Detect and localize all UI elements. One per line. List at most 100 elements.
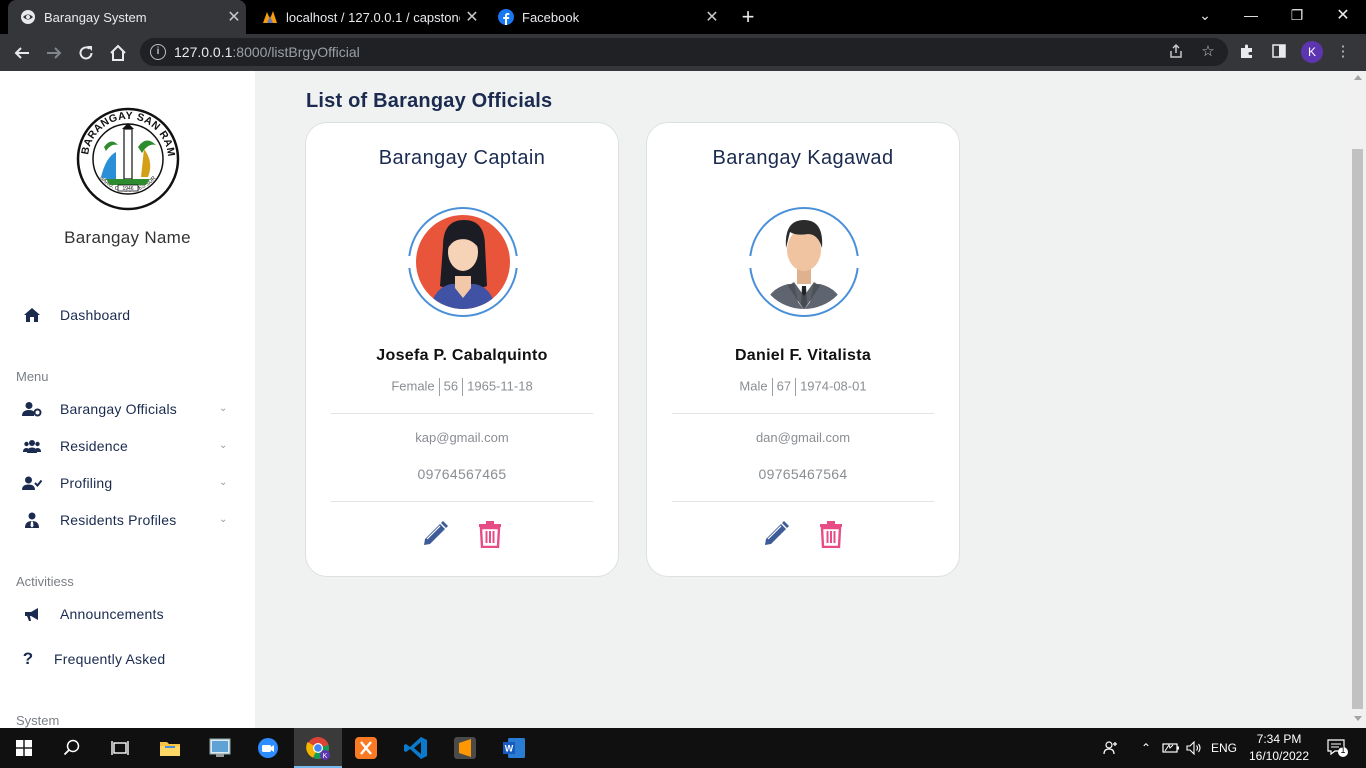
taskbar-chrome[interactable]: K — [294, 728, 342, 768]
restore-button[interactable]: ❐ — [1274, 0, 1320, 30]
chevron-down-icon: ⌄ — [219, 514, 228, 525]
official-details: Female 56 1965-11-18 — [306, 378, 618, 396]
page-title: List of Barangay Officials — [306, 90, 553, 112]
task-view-button[interactable] — [96, 728, 144, 768]
browser-toolbar: i 127.0.0.1:8000/listBrgyOfficial ☆ ⋮ — [0, 34, 1366, 71]
menu-dots-icon[interactable]: ⋮ — [1331, 39, 1355, 63]
divider — [672, 413, 934, 414]
scroll-up-arrow-icon[interactable] — [1354, 75, 1362, 80]
sidebar-item-label: Frequently Asked — [54, 651, 166, 667]
sidebar-item-dashboard[interactable]: Dashboard — [0, 301, 255, 329]
xampp-icon — [355, 737, 377, 759]
task-view-icon — [111, 741, 129, 755]
language-indicator[interactable]: ENG — [1208, 728, 1240, 768]
windows-logo-icon — [16, 740, 32, 756]
sidebar-item-profiling[interactable]: Profiling ⌄ — [0, 469, 255, 497]
share-icon[interactable] — [1164, 39, 1188, 63]
user-gear-icon — [22, 399, 42, 419]
minimize-button[interactable]: — — [1228, 0, 1274, 30]
search-icon — [63, 739, 80, 756]
home-icon — [22, 305, 42, 325]
address-bar[interactable]: i 127.0.0.1:8000/listBrgyOfficial — [140, 38, 1228, 66]
clock-date: 16/10/2022 — [1248, 749, 1310, 763]
close-window-button[interactable]: ✕ — [1320, 0, 1366, 30]
sidebar-item-announcements[interactable]: Announcements — [0, 600, 255, 628]
main-content: List of Barangay Officials Barangay Capt… — [255, 71, 1350, 728]
forward-button[interactable] — [40, 39, 68, 67]
profile-avatar[interactable]: K — [1301, 41, 1323, 63]
people-icon[interactable] — [1098, 728, 1124, 768]
sidebar-item-frequently-asked[interactable]: ? Frequently Asked — [0, 645, 255, 673]
edit-pencil-icon[interactable] — [762, 520, 790, 548]
svg-text:W: W — [505, 744, 514, 754]
taskbar-zoom[interactable] — [244, 728, 292, 768]
tab-title: localhost / 127.0.0.1 / capstone2 — [286, 9, 460, 25]
sidebar-item-residence[interactable]: Residence ⌄ — [0, 432, 255, 460]
scroll-down-arrow-icon[interactable] — [1354, 716, 1362, 721]
taskbar-word[interactable]: W — [490, 728, 538, 768]
divider — [331, 501, 593, 502]
edit-pencil-icon[interactable] — [421, 520, 449, 548]
official-phone: 09764567465 — [417, 466, 507, 482]
battery-icon[interactable] — [1160, 728, 1182, 768]
official-birthdate: 1965-11-18 — [467, 378, 533, 394]
reload-button[interactable] — [72, 39, 100, 67]
extensions-icon[interactable] — [1235, 39, 1259, 63]
zoom-icon — [258, 738, 278, 758]
taskbar-xampp[interactable] — [342, 728, 390, 768]
tab-search-icon[interactable]: ⌄ — [1182, 0, 1228, 30]
official-position: Barangay Captain — [378, 147, 546, 169]
delete-trash-icon[interactable] — [819, 520, 843, 548]
section-activities-heading: Activitiess — [16, 574, 74, 589]
tab-title: Barangay System — [44, 9, 147, 25]
arrow-left-icon — [14, 47, 29, 59]
official-birthdate: 1974-08-01 — [800, 378, 867, 394]
phpmyadmin-icon — [263, 11, 277, 23]
tab-facebook[interactable]: Facebook ✕ — [486, 0, 724, 34]
official-age: 67 — [776, 378, 792, 394]
url-text: 127.0.0.1:8000/listBrgyOfficial — [174, 44, 360, 60]
clock[interactable]: 7:34 PM 16/10/2022 — [1242, 731, 1316, 765]
section-system-heading: System — [16, 713, 60, 728]
side-panel-icon[interactable] — [1267, 39, 1291, 63]
home-button[interactable] — [104, 39, 132, 67]
back-button[interactable] — [8, 39, 36, 67]
info-icon[interactable]: i — [150, 44, 166, 60]
delete-trash-icon[interactable] — [478, 520, 502, 548]
taskbar-file-explorer[interactable] — [146, 728, 194, 768]
new-tab-button[interactable]: + — [736, 5, 760, 29]
sidebar-item-label: Residence — [60, 438, 128, 454]
chevron-up-icon[interactable]: ⌃ — [1136, 728, 1156, 768]
sidebar-item-label: Residents Profiles — [60, 512, 177, 528]
taskbar-sublime[interactable] — [441, 728, 489, 768]
tab-barangay-system[interactable]: Barangay System ✕ — [8, 0, 246, 34]
start-button[interactable] — [0, 728, 48, 768]
close-icon[interactable]: ✕ — [700, 7, 724, 27]
tab-phpmyadmin[interactable]: localhost / 127.0.0.1 / capstone2 ✕ — [250, 0, 484, 34]
volume-icon[interactable] — [1184, 728, 1204, 768]
bookmark-star-icon[interactable]: ☆ — [1196, 39, 1220, 63]
notification-center[interactable]: 1 — [1318, 728, 1358, 768]
close-icon[interactable]: ✕ — [222, 7, 246, 27]
taskbar-vscode[interactable] — [392, 728, 440, 768]
logo-year: 1946 — [122, 186, 133, 192]
chevron-down-icon: ⌄ — [219, 403, 228, 414]
section-menu-heading: Menu — [16, 369, 49, 384]
sidebar-item-residents-profiles[interactable]: Residents Profiles ⌄ — [0, 506, 255, 534]
official-gender: Female — [391, 378, 435, 394]
sidebar-item-barangay-officials[interactable]: Barangay Officials ⌄ — [0, 395, 255, 423]
chrome-icon: K — [306, 737, 330, 760]
official-email: kap@gmail.com — [415, 430, 509, 445]
official-phone: 09765467564 — [758, 466, 848, 482]
word-icon: W — [503, 738, 525, 758]
page-scrollbar[interactable] — [1350, 71, 1366, 728]
search-button[interactable] — [48, 728, 96, 768]
home-icon — [110, 44, 126, 61]
divider — [331, 413, 593, 414]
official-name: Josefa P. Cabalquinto — [376, 347, 548, 364]
taskbar-control-panel[interactable] — [196, 728, 244, 768]
official-age: 56 — [443, 378, 459, 394]
scrollbar-thumb[interactable] — [1352, 149, 1363, 709]
windows-taskbar: K W ⌃ ENG 7:34 PM 16/10/2022 1 — [0, 728, 1366, 768]
close-icon[interactable]: ✕ — [460, 7, 484, 27]
